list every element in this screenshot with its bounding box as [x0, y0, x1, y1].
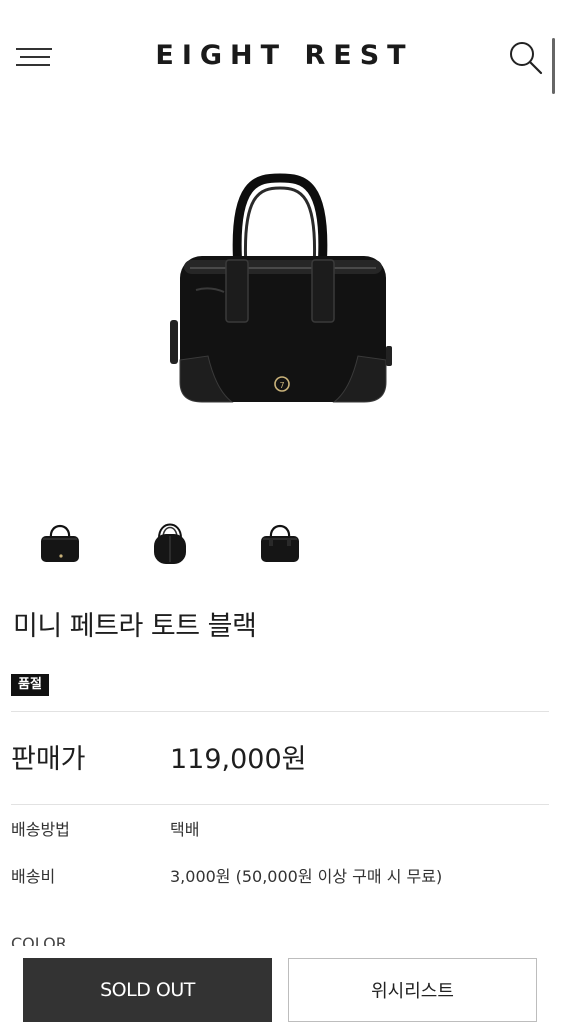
thumbnail-front[interactable]: [35, 514, 85, 568]
sold-out-button[interactable]: SOLD OUT: [23, 958, 272, 1022]
price-value: 119,000원: [170, 744, 307, 775]
product-main-image[interactable]: 7: [150, 160, 410, 430]
svg-text:7: 7: [279, 381, 284, 390]
thumbnail-side[interactable]: [145, 514, 195, 568]
thumbnail-back[interactable]: [255, 514, 305, 568]
header: EIGHT REST: [0, 0, 561, 115]
shipping-method-value: 택배: [170, 820, 200, 839]
scroll-indicator: [552, 38, 555, 94]
status-badge: 품절: [11, 674, 49, 696]
thumbnail-strip: [0, 514, 561, 570]
shipping-fee-value: 3,000원 (50,000원 이상 구매 시 무료): [170, 867, 443, 886]
shipping-method-label: 배송방법: [11, 820, 70, 839]
search-icon[interactable]: [508, 40, 544, 76]
wishlist-button[interactable]: 위시리스트: [288, 958, 537, 1022]
bottom-action-bar: SOLD OUT 위시리스트: [0, 946, 561, 1024]
site-logo[interactable]: EIGHT REST: [0, 40, 561, 71]
divider: [11, 804, 549, 805]
divider: [11, 711, 549, 712]
product-title: 미니 페트라 토트 블랙: [13, 611, 257, 642]
price-label: 판매가: [11, 744, 86, 775]
shipping-fee-label: 배송비: [11, 867, 56, 886]
